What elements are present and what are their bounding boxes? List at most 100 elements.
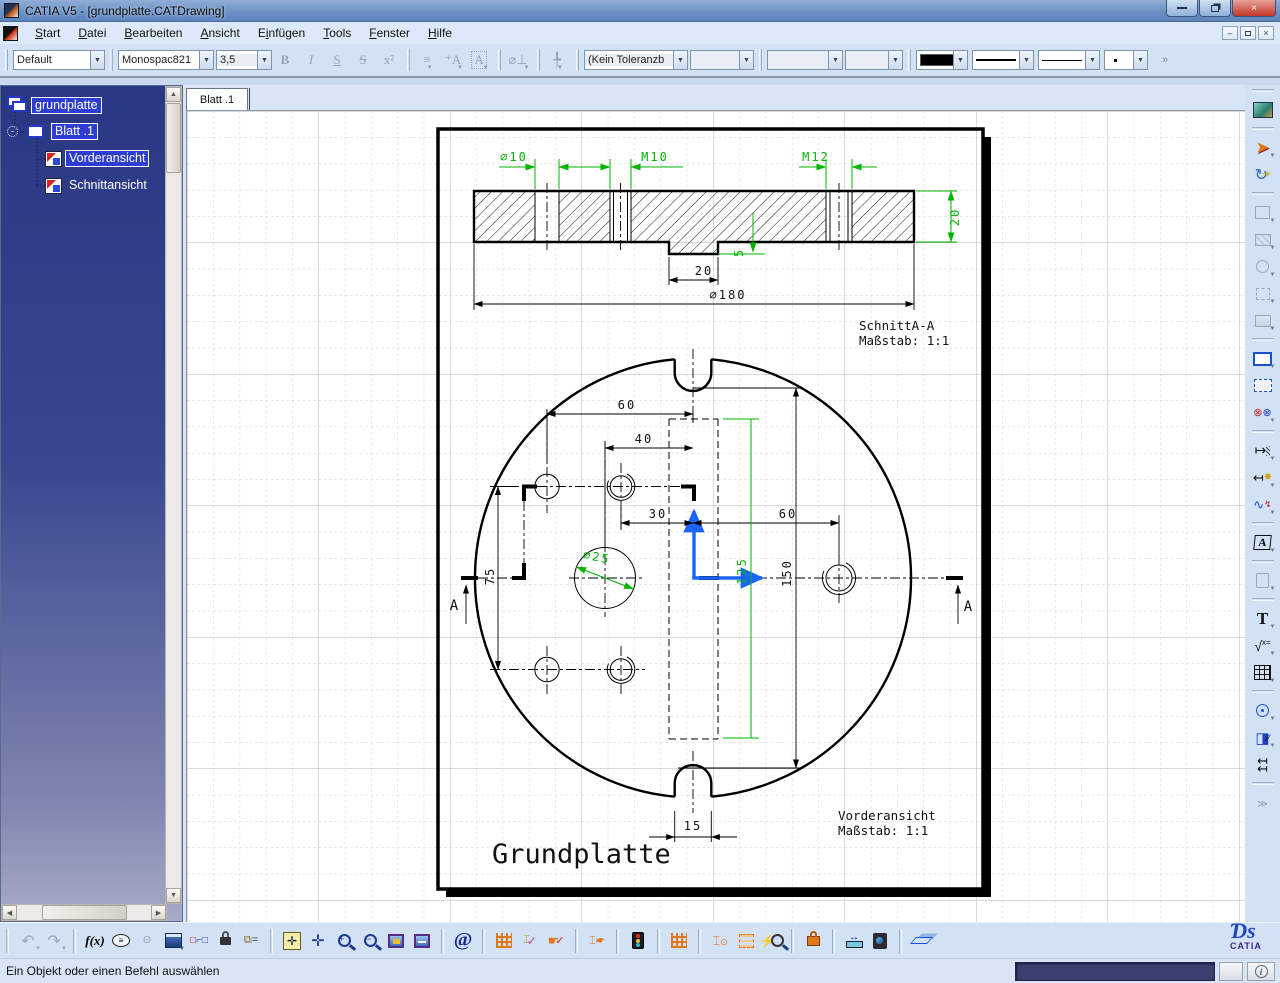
restore-button[interactable]: [1199, 0, 1231, 17]
manual-check-icon[interactable]: ☛✓: [543, 928, 569, 954]
snap-grid-icon[interactable]: [666, 928, 692, 954]
superscript-button[interactable]: x²: [376, 49, 402, 71]
toolbar-handle[interactable]: [441, 929, 444, 953]
traffic-light-icon[interactable]: [625, 928, 651, 954]
power-input[interactable]: [1015, 962, 1215, 981]
snap-point-icon[interactable]: ⌶⊙: [707, 928, 733, 954]
scroll-right-icon[interactable]: ▶: [151, 905, 166, 920]
table-icon[interactable]: ▼: [1250, 660, 1276, 685]
tree-item-sheet[interactable]: Blatt .1: [51, 123, 98, 140]
mdi-minimize-button[interactable]: –: [1222, 26, 1238, 40]
pan-icon[interactable]: ✛: [305, 928, 331, 954]
font-combo[interactable]: Monospac821▼: [118, 50, 214, 70]
lock-icon[interactable]: [212, 928, 238, 954]
toolbar-handle[interactable]: [1252, 338, 1274, 341]
scroll-left-icon[interactable]: ◀: [2, 905, 17, 920]
text-frame-button[interactable]: A▼: [467, 49, 493, 71]
tree-item-root[interactable]: grundplatte: [31, 97, 102, 114]
tree-hscrollbar[interactable]: ◀ ▶: [1, 904, 167, 921]
toolbar-handle[interactable]: [6, 929, 9, 953]
update-icon[interactable]: ↻➔: [1250, 162, 1276, 187]
section-view-icon[interactable]: ▼: [1250, 227, 1276, 252]
bold-button[interactable]: B: [272, 49, 298, 71]
comment-icon[interactable]: ≡: [108, 928, 134, 954]
toolbar-handle[interactable]: [1252, 522, 1274, 525]
mdi-close-button[interactable]: ×: [1258, 26, 1274, 40]
toolbar-handle[interactable]: [482, 929, 485, 953]
point-style-combo[interactable]: ▼: [1104, 50, 1148, 70]
toolbar-handle[interactable]: [657, 929, 660, 953]
toolbar-handle[interactable]: [1252, 430, 1274, 433]
select-cursor-icon[interactable]: ➤▼: [1250, 135, 1276, 160]
target-icon[interactable]: ▼: [1250, 698, 1276, 723]
tree-item-schnittansicht[interactable]: Schnittansicht: [65, 177, 151, 194]
toolbar-handle[interactable]: [1252, 690, 1274, 693]
color-combo[interactable]: ▼: [916, 50, 968, 70]
menu-fenster[interactable]: Fenster: [360, 24, 419, 42]
arrow-icon[interactable]: ↤↤: [1250, 752, 1276, 777]
hscrollbar-thumb[interactable]: [42, 905, 127, 920]
sheet-table-icon[interactable]: ▼: [160, 928, 186, 954]
toolbar-handle[interactable]: [537, 49, 540, 71]
underline-button[interactable]: S: [324, 49, 350, 71]
link-icon[interactable]: ⧉=: [238, 928, 264, 954]
font-size-combo[interactable]: 3,5▼: [216, 50, 272, 70]
area-fill-icon[interactable]: ◨⁄⁄▼: [1250, 725, 1276, 750]
undo-icon[interactable]: ↶▼: [15, 928, 41, 954]
toolbar-overflow-chevron[interactable]: »: [1162, 54, 1168, 66]
toolbar-handle[interactable]: [899, 929, 902, 953]
compass-icon[interactable]: @: [450, 928, 476, 954]
toolbar-handle[interactable]: [616, 929, 619, 953]
toolbar-handle[interactable]: [759, 49, 762, 71]
tolerance-type-combo[interactable]: (Kein Toleranzb▼: [584, 50, 688, 70]
fit-all-icon[interactable]: ✛: [279, 928, 305, 954]
numeric-format-combo[interactable]: ▼: [767, 50, 843, 70]
redo-icon[interactable]: ↷▼: [41, 928, 67, 954]
normal-view-icon[interactable]: [409, 928, 435, 954]
line-thickness-combo[interactable]: ▼: [972, 50, 1034, 70]
toolbar-handle[interactable]: [5, 49, 8, 71]
curve-dimension-icon[interactable]: ∿↯▼: [1250, 492, 1276, 517]
broken-view-icon[interactable]: ▼: [1250, 281, 1276, 306]
clipping-view-icon[interactable]: ▼: [1250, 254, 1276, 279]
chained-dimension-icon[interactable]: ↤✸▼: [1250, 465, 1276, 490]
fx-icon[interactable]: f(x): [82, 928, 108, 954]
small-lock-icon[interactable]: Θ: [134, 928, 160, 954]
front-view-icon[interactable]: ▼: [1250, 200, 1276, 225]
menu-einfuegen[interactable]: Einfügen: [249, 24, 314, 42]
lock-orange-icon[interactable]: [800, 928, 826, 954]
grid-icon[interactable]: [491, 928, 517, 954]
toolbar-handle[interactable]: [407, 49, 410, 71]
toolbar-handle[interactable]: [1252, 598, 1274, 601]
structure-icon[interactable]: □⌐□: [186, 928, 212, 954]
instantiate-2d-icon[interactable]: ⊗⊗▼: [1250, 400, 1276, 425]
measure-icon[interactable]: ↔: [841, 928, 867, 954]
snap-smart-icon[interactable]: [733, 928, 759, 954]
toolbar-handle[interactable]: [1252, 560, 1274, 563]
text-align-button[interactable]: ≡▼: [415, 49, 441, 71]
menu-start[interactable]: Start: [26, 24, 69, 42]
dimension-check-icon[interactable]: ⌶✓: [517, 928, 543, 954]
toolbar-handle[interactable]: [832, 929, 835, 953]
text-anchor-button[interactable]: ⁺A▼: [441, 49, 467, 71]
tree-expander[interactable]: -: [7, 126, 18, 137]
menu-datei[interactable]: Datei: [69, 24, 115, 42]
toolbar-handle[interactable]: [1252, 127, 1274, 130]
toolbar-handle[interactable]: [110, 49, 113, 71]
balloon-icon[interactable]: ▼: [1250, 568, 1276, 593]
rotate-view-icon[interactable]: [383, 928, 409, 954]
layers-icon[interactable]: [908, 928, 934, 954]
status-blank-button[interactable]: [1219, 962, 1243, 981]
new-view-icon[interactable]: ▼: [1250, 346, 1276, 371]
toolbar-handle[interactable]: [576, 49, 579, 71]
toolbar-handle[interactable]: [575, 929, 578, 953]
dimension-create-icon[interactable]: ⌶☛: [584, 928, 610, 954]
toolbar-handle[interactable]: [698, 929, 701, 953]
toolbar-handle[interactable]: [1252, 782, 1274, 785]
strikethrough-button[interactable]: S: [350, 49, 376, 71]
info-button[interactable]: i: [1247, 962, 1275, 981]
zoom-out-icon[interactable]: −: [357, 928, 383, 954]
toolbar-handle[interactable]: [791, 929, 794, 953]
italic-button[interactable]: I: [298, 49, 324, 71]
toolbar-handle[interactable]: [1252, 192, 1274, 195]
